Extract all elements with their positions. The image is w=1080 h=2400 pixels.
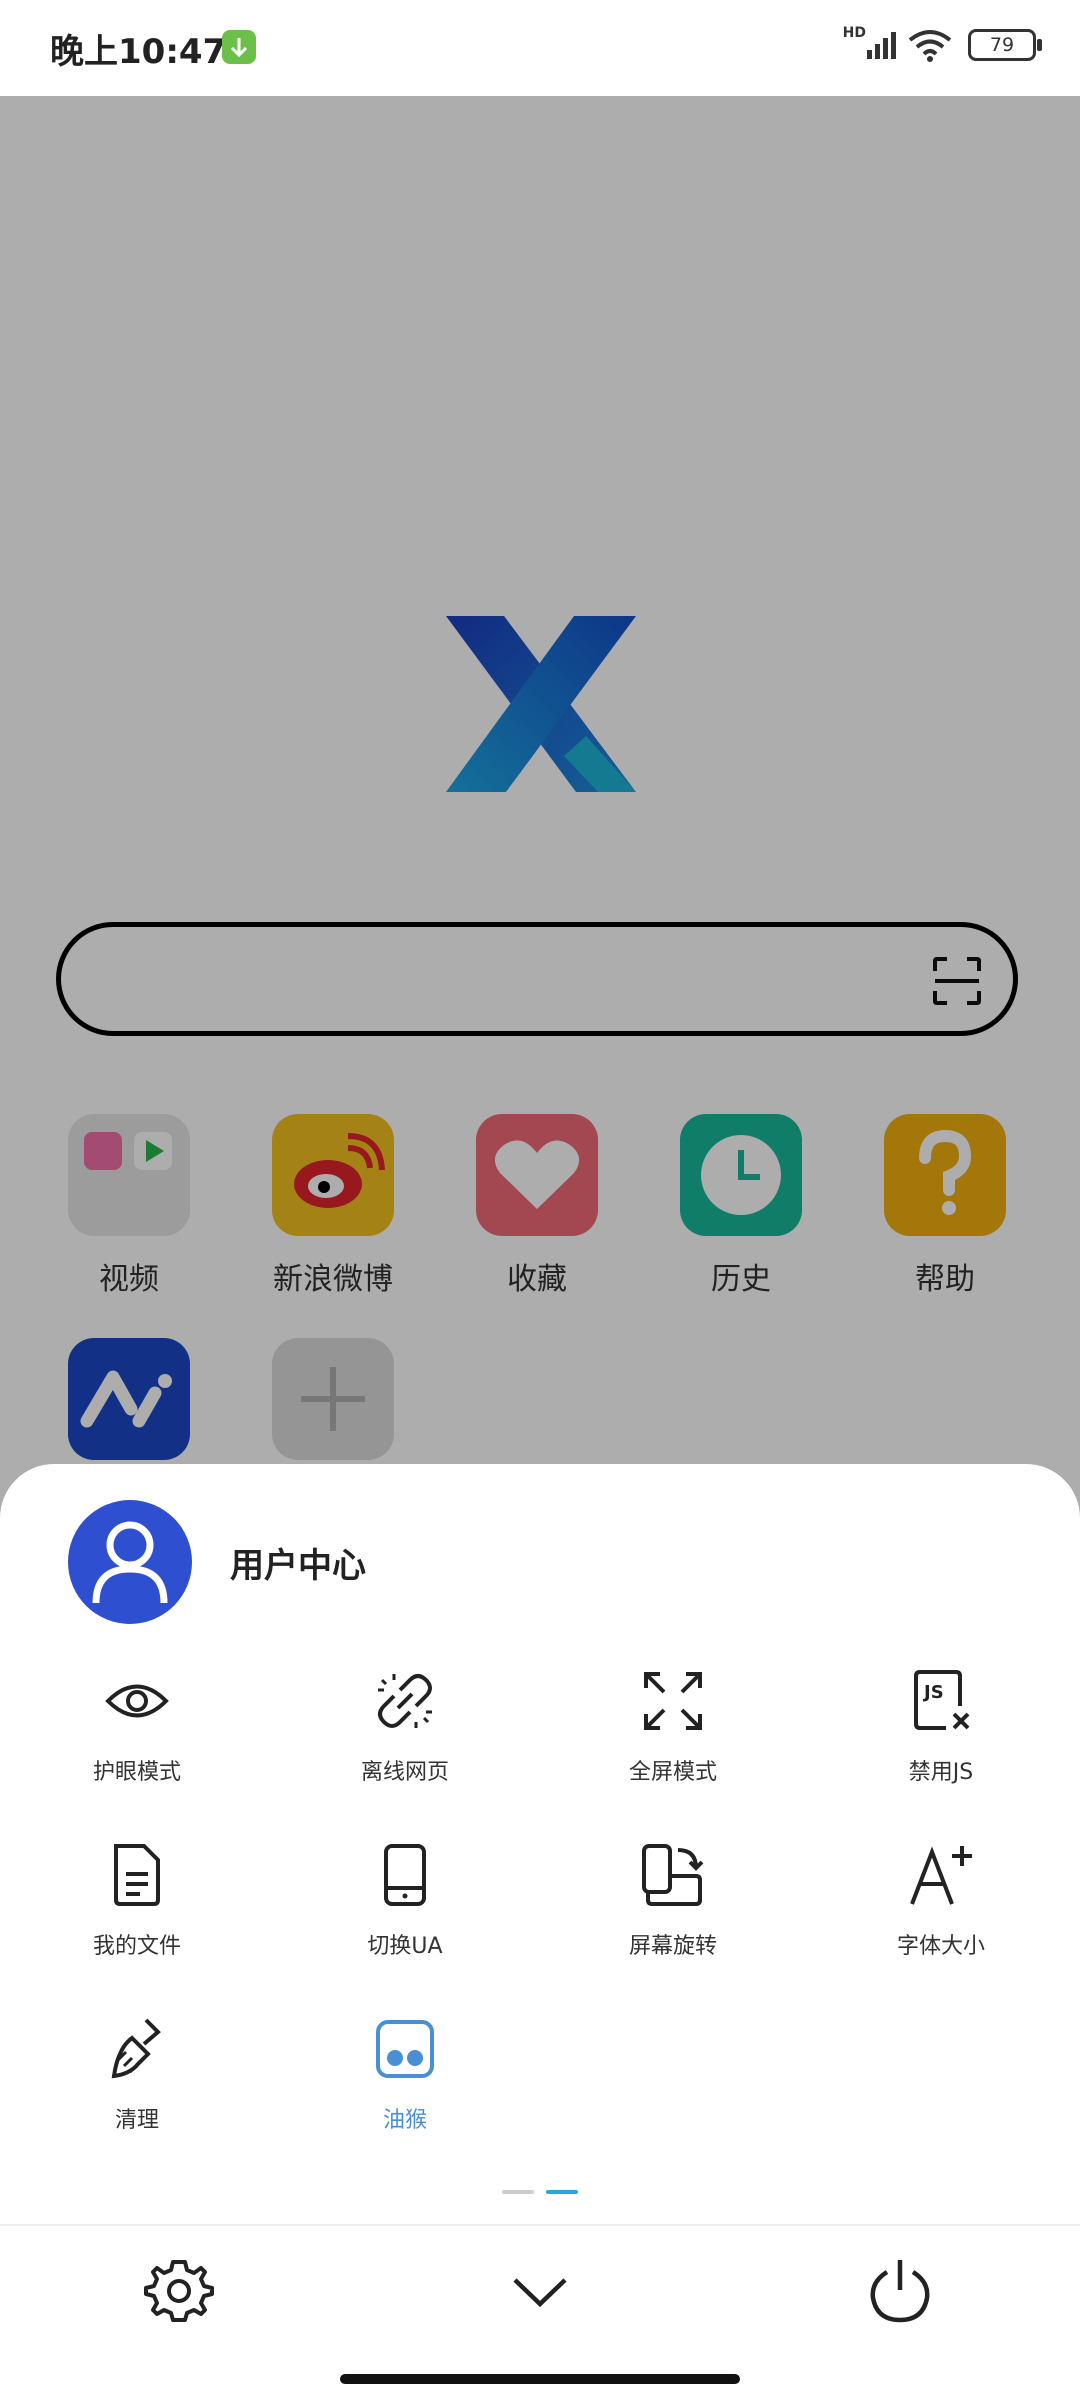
tampermonkey-icon: [376, 2020, 434, 2078]
status-time: 晚上10:47: [50, 32, 227, 72]
status-bar: 晚上10:47 HD 79: [0, 0, 1080, 96]
menu-font-size[interactable]: 字体大小: [841, 1840, 1041, 1960]
rotate-icon: [642, 1844, 704, 1906]
user-avatar[interactable]: [68, 1500, 192, 1624]
pager-dot-1[interactable]: [502, 2190, 534, 2194]
menu-screen-rotate[interactable]: 屏幕旋转: [573, 1840, 773, 1960]
menu-label: 字体大小: [896, 1934, 985, 1959]
status-icons: HD 79: [842, 25, 1042, 62]
menu-eye-protection[interactable]: 护眼模式: [37, 1666, 237, 1786]
menu-my-files[interactable]: 我的文件: [37, 1840, 237, 1960]
home-indicator[interactable]: [340, 2374, 740, 2384]
menu-tampermonkey[interactable]: 油猴: [305, 2014, 505, 2134]
battery-indicator: 79: [968, 29, 1042, 61]
wifi-icon: [908, 30, 952, 62]
pager-indicator: [0, 2190, 1080, 2200]
power-icon[interactable]: [865, 2256, 935, 2326]
menu-fullscreen[interactable]: 全屏模式: [573, 1666, 773, 1786]
menu-sheet: 用户中心 护眼模式 离线网页 全屏模式 JS 禁用JS 我的文件 切换UA 屏幕…: [0, 1464, 1080, 2400]
menu-bottom-bar: [0, 2224, 1080, 2356]
phone-ua-icon: [384, 1844, 426, 1906]
menu-label: 护眼模式: [92, 1760, 181, 1785]
menu-label: 全屏模式: [628, 1760, 717, 1785]
menu-label: 我的文件: [92, 1934, 181, 1959]
user-center-label[interactable]: 用户中心: [230, 1538, 366, 1587]
menu-label: 禁用JS: [908, 1760, 974, 1785]
battery-level: 79: [989, 34, 1015, 56]
signal-icon: [867, 32, 896, 59]
menu-label: 切换UA: [367, 1934, 443, 1959]
font-size-icon: [910, 1846, 972, 1905]
download-notification-icon: [222, 30, 256, 64]
hd-label: HD: [842, 25, 866, 41]
gear-icon[interactable]: [144, 2256, 214, 2326]
pager-dot-2[interactable]: [546, 2190, 578, 2194]
menu-offline-page[interactable]: 离线网页: [305, 1666, 505, 1786]
file-icon: [114, 1844, 160, 1906]
menu-label: 离线网页: [360, 1760, 449, 1785]
menu-label: 油猴: [382, 2108, 427, 2133]
menu-label: 清理: [114, 2108, 159, 2133]
user-icon: [92, 1521, 168, 1604]
svg-text:JS: JS: [922, 1682, 944, 1703]
menu-disable-js[interactable]: JS 禁用JS: [841, 1666, 1041, 1786]
fullscreen-icon: [644, 1672, 702, 1730]
menu-label: 屏幕旋转: [628, 1934, 717, 1959]
menu-switch-ua[interactable]: 切换UA: [305, 1840, 505, 1960]
offline-link-icon: [378, 1674, 432, 1728]
chevron-down-icon[interactable]: [505, 2256, 575, 2326]
menu-clean[interactable]: 清理: [37, 2014, 237, 2134]
eye-icon: [105, 1684, 169, 1718]
broom-icon: [111, 2018, 161, 2079]
disable-js-icon: JS: [914, 1670, 970, 1730]
